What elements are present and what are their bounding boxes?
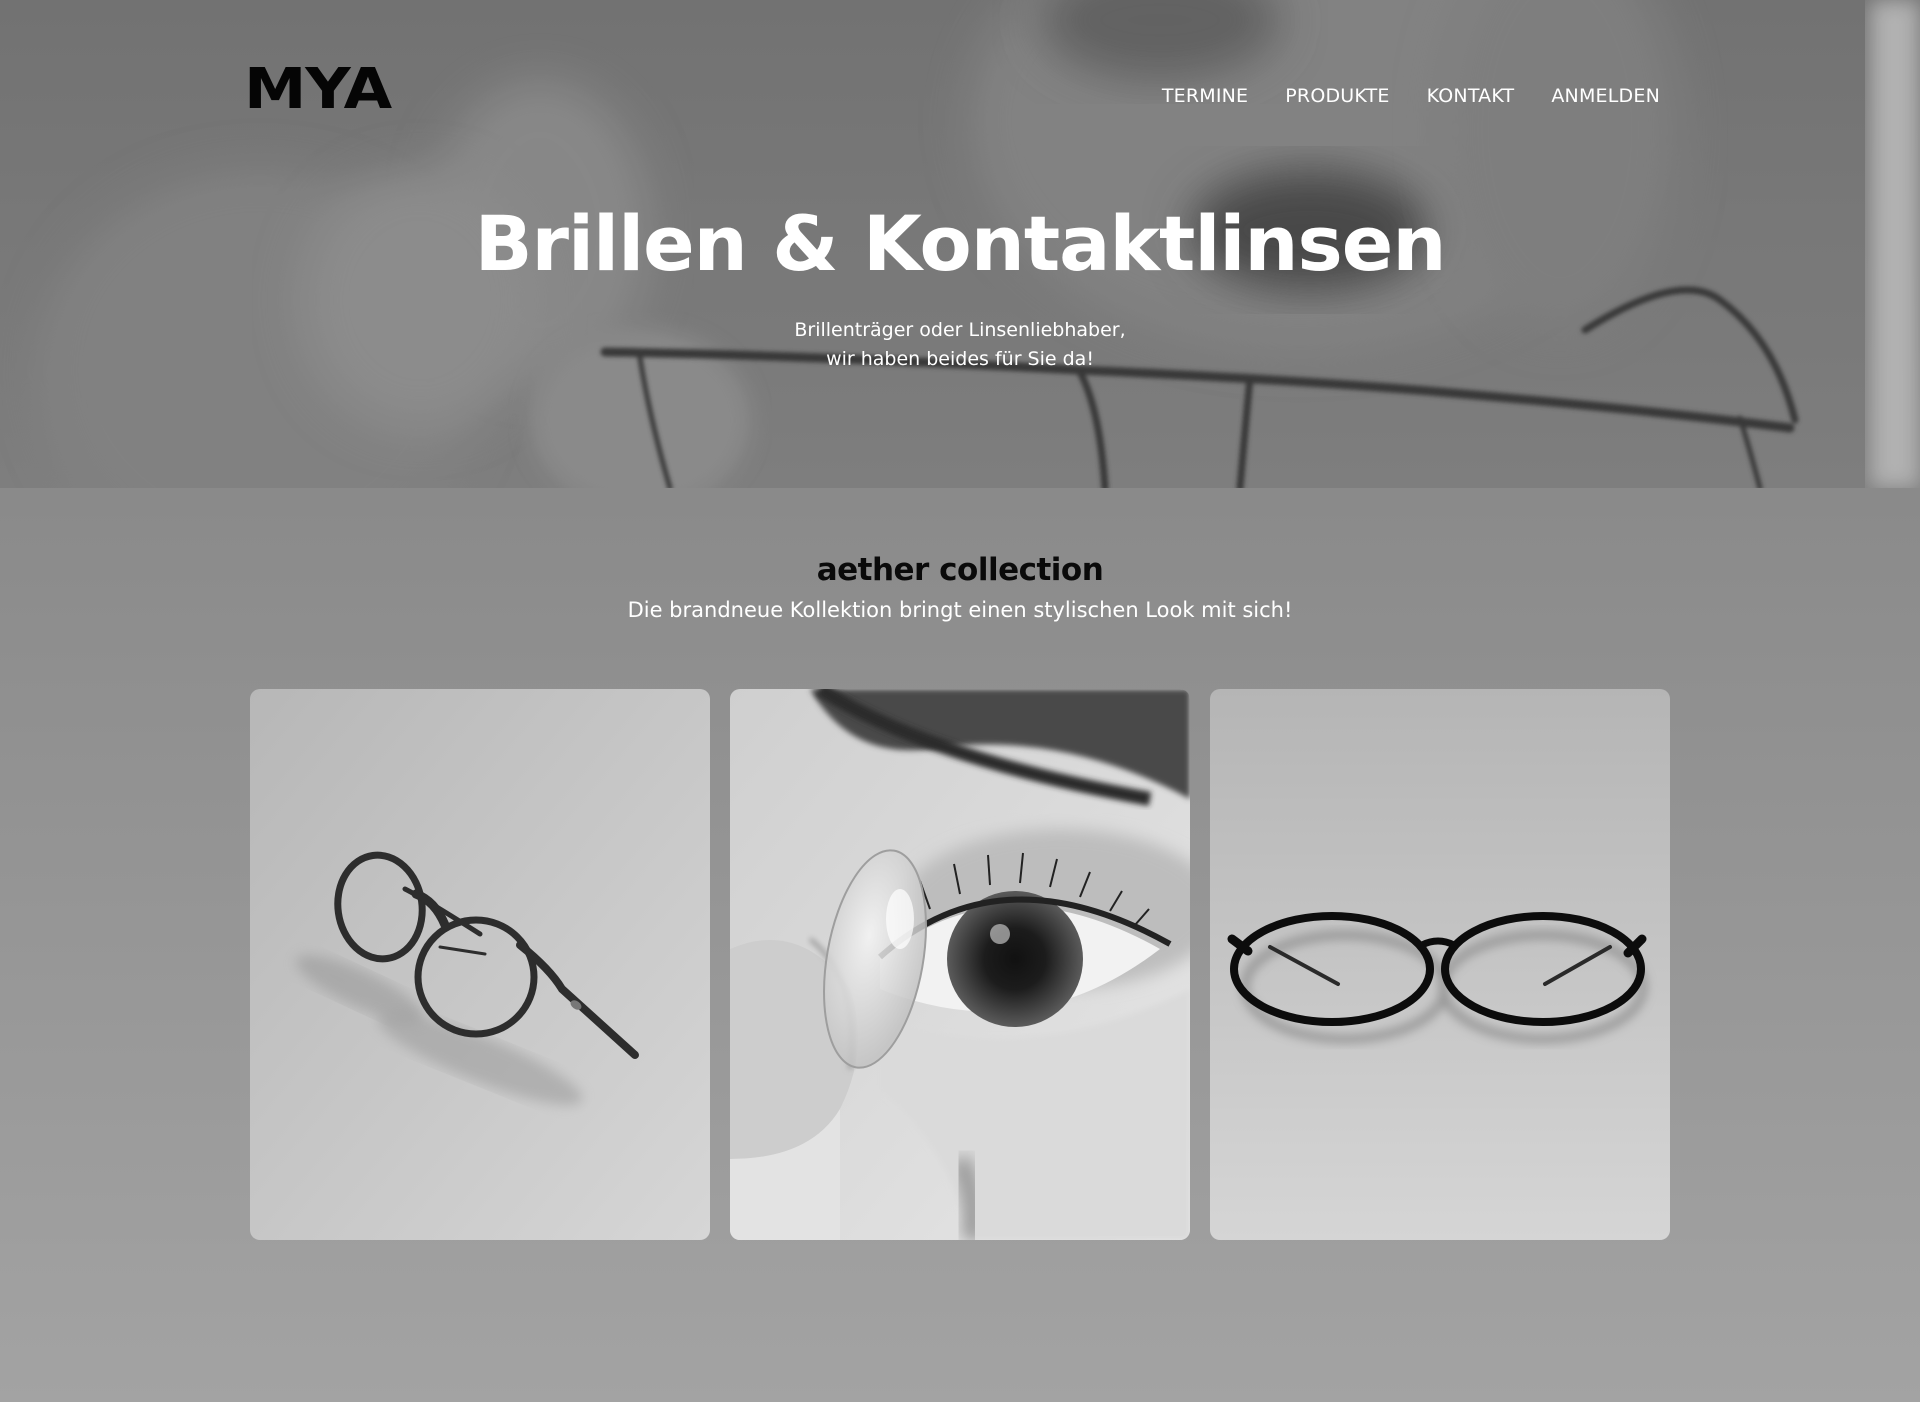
collection-subtitle: Die brandneue Kollektion bringt einen st… [627, 598, 1293, 622]
hero-subtitle: Brillenträger oder Linsenliebhaber, wir … [0, 316, 1920, 374]
nav-item-kontakt[interactable]: KONTAKT [1427, 85, 1515, 107]
round-glasses-image [250, 689, 710, 1240]
hero-subtitle-line-1: Brillenträger oder Linsenliebhaber, [794, 319, 1126, 341]
product-card-oval-glasses[interactable] [1210, 689, 1670, 1240]
brand-logo[interactable]: MYA [244, 62, 392, 118]
nav-item-produkte[interactable]: PRODUKTE [1285, 85, 1389, 107]
hero-section: MYA TERMINE PRODUKTE KONTAKT ANMELDEN Br… [0, 0, 1920, 488]
collection-title: aether collection [816, 552, 1104, 588]
oval-glasses-image [1210, 689, 1670, 1240]
product-cards [250, 689, 1670, 1240]
product-card-round-glasses[interactable] [250, 689, 710, 1240]
hero-subtitle-line-2: wir haben beides für Sie da! [826, 348, 1094, 370]
eye-contact-lens-image [730, 689, 1190, 1240]
hero-title: Brillen & Kontaktlinsen [474, 199, 1447, 288]
product-card-contact-lens[interactable] [730, 689, 1190, 1240]
nav-item-anmelden[interactable]: ANMELDEN [1551, 85, 1660, 107]
main-navigation: TERMINE PRODUKTE KONTAKT ANMELDEN [1162, 83, 1660, 109]
nav-item-termine[interactable]: TERMINE [1162, 85, 1248, 107]
